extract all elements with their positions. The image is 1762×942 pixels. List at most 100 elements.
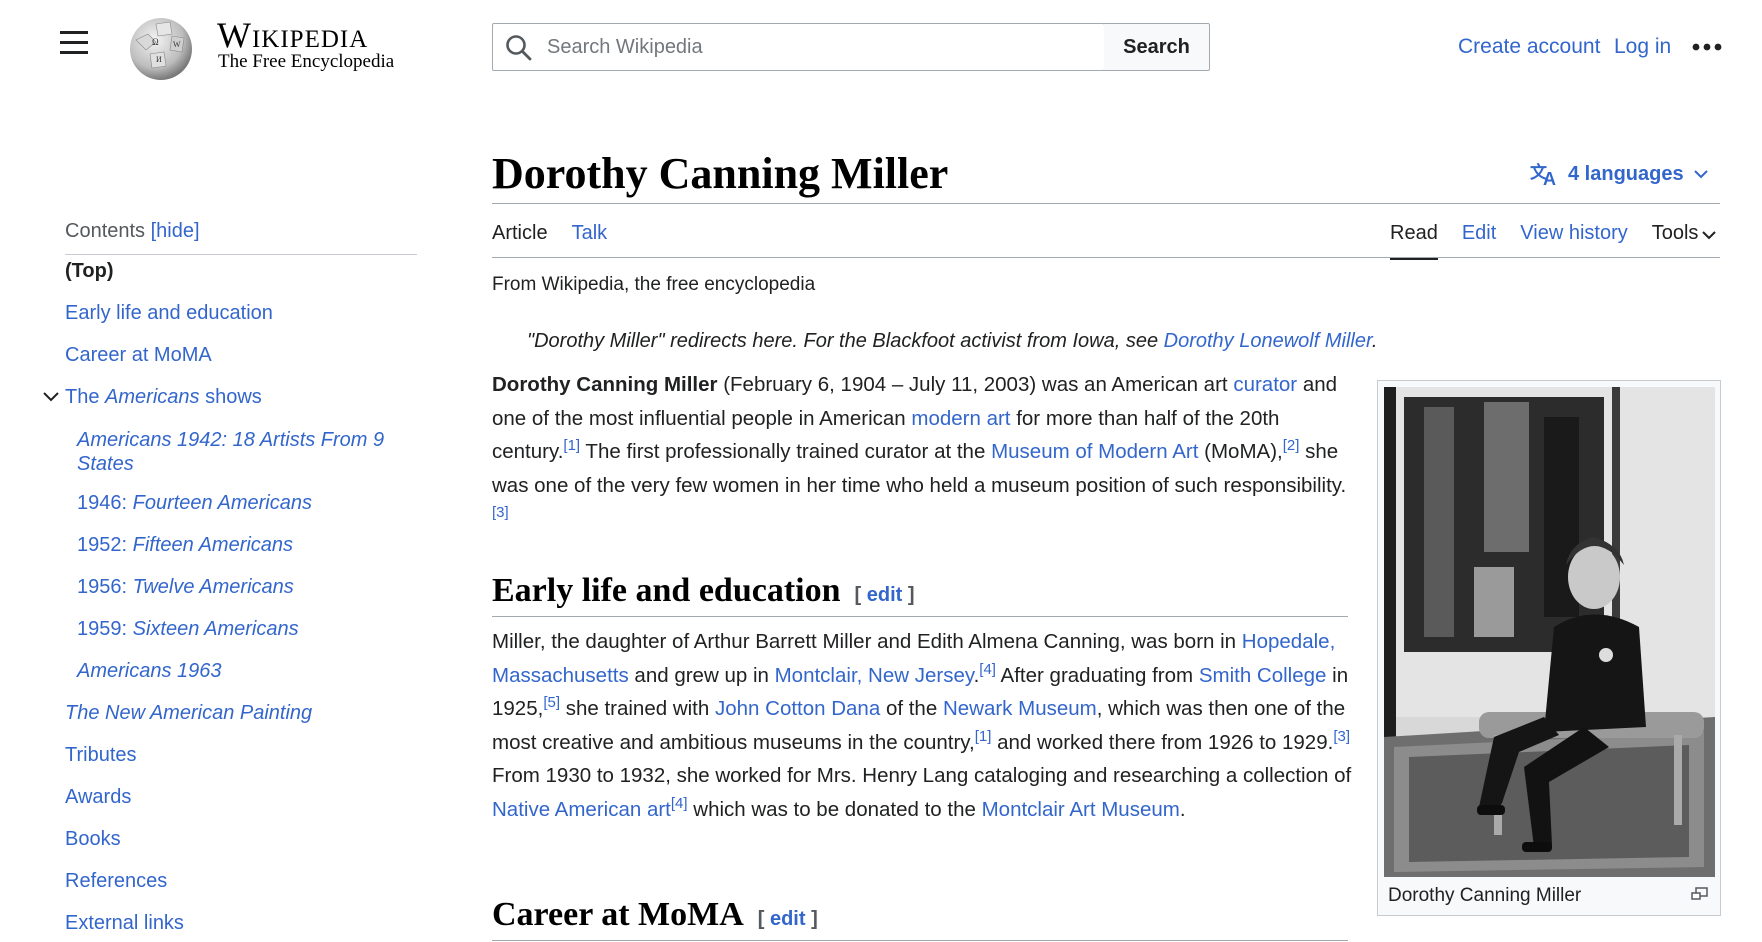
toc-item-career[interactable]: Career at MoMA xyxy=(65,344,212,367)
search-input[interactable] xyxy=(547,24,1097,70)
link-newark-museum[interactable]: Newark Museum xyxy=(943,697,1097,720)
text: Miller, the daughter of Arthur Barrett M… xyxy=(492,630,1242,653)
page-title: Dorothy Canning Miller xyxy=(492,149,949,198)
toc-label-em: The New American Painting xyxy=(65,702,313,724)
tab-article[interactable]: Article xyxy=(492,218,548,258)
section-edit: [ edit ] xyxy=(757,908,818,930)
tab-edit[interactable]: Edit xyxy=(1462,218,1496,258)
section-edit: [ edit ] xyxy=(854,584,915,606)
tools-label: Tools xyxy=(1651,222,1699,244)
citation-link[interactable]: [4] xyxy=(671,795,688,812)
portrait-photo[interactable] xyxy=(1384,387,1715,877)
link-john-cotton-dana[interactable]: John Cotton Dana xyxy=(715,697,880,720)
toc-heading: Contents [hide] xyxy=(65,220,200,243)
subject-name: Dorothy Canning Miller xyxy=(492,373,718,396)
search-icon xyxy=(506,35,532,61)
text: From 1930 to 1932, she worked for Mrs. H… xyxy=(492,764,1352,788)
toc-item-americans-shows[interactable]: The Americans shows xyxy=(65,386,262,409)
toc-item-early-life[interactable]: Early life and education xyxy=(65,302,273,325)
search-button[interactable]: Search xyxy=(1104,23,1210,71)
namespace-tabs: Article Talk xyxy=(492,218,631,258)
toc-heading-label: Contents xyxy=(65,220,146,242)
tab-view-history[interactable]: View history xyxy=(1520,218,1627,258)
hatnote-link[interactable]: Dorothy Lonewolf Miller xyxy=(1164,330,1372,352)
intro-paragraph: Dorothy Canning Miller (February 6, 1904… xyxy=(492,368,1352,536)
tab-tools[interactable]: Tools xyxy=(1652,218,1717,258)
hatnote: "Dorothy Miller" redirects here. For the… xyxy=(527,330,1377,353)
wikipedia-globe-logo[interactable]: Ω W И xyxy=(126,12,200,82)
toc-item-1952[interactable]: 1952: Fifteen Americans xyxy=(77,534,293,557)
toc-label-pre: 1959: xyxy=(77,618,133,640)
section-heading-career: Career at MoMA [ edit ] xyxy=(492,896,818,934)
toc-label-post: shows xyxy=(199,386,262,408)
toc-item-americans-1942[interactable]: Americans 1942: 18 Artists From 9 States xyxy=(77,428,384,476)
chevron-down-icon xyxy=(1702,231,1717,240)
early-life-paragraph: Miller, the daughter of Arthur Barrett M… xyxy=(492,625,1352,827)
toc-hide-link[interactable]: [hide] xyxy=(151,220,200,242)
link-smith-college[interactable]: Smith College xyxy=(1199,664,1327,687)
section-edit-link[interactable]: edit xyxy=(867,584,903,606)
section-edit-link[interactable]: edit xyxy=(770,908,806,930)
link-modern-art[interactable]: modern art xyxy=(911,407,1010,430)
chevron-down-icon[interactable] xyxy=(42,390,60,404)
citation-link[interactable]: [3] xyxy=(492,505,509,522)
link-montclair[interactable]: Montclair, New Jersey xyxy=(775,664,974,687)
text: she trained with xyxy=(560,697,715,721)
text: After graduating from xyxy=(995,663,1199,687)
toc-item-1959[interactable]: 1959: Sixteen Americans xyxy=(77,618,299,641)
citation-link[interactable]: [3] xyxy=(1333,728,1350,745)
search-box xyxy=(492,23,1105,71)
citation-link[interactable]: [5] xyxy=(543,694,560,711)
svg-text:Ω: Ω xyxy=(152,37,159,47)
text: and grew up in xyxy=(628,663,775,687)
citation-link[interactable]: [4] xyxy=(979,661,996,678)
languages-button[interactable]: 文 A 4 languages xyxy=(1530,160,1716,188)
toc-item-references[interactable]: References xyxy=(65,870,167,893)
create-account-link[interactable]: Create account xyxy=(1458,35,1600,59)
toc-item-americans-1963[interactable]: Americans 1963 xyxy=(77,660,222,683)
site-header: Ω W И Wikipedia The Free Encyclopedia Se… xyxy=(0,0,1762,100)
toc-label-pre: 1946: xyxy=(77,492,133,514)
link-montclair-art-museum[interactable]: Montclair Art Museum xyxy=(982,798,1180,821)
tab-talk[interactable]: Talk xyxy=(572,218,608,258)
toc-label-em: Fifteen Americans xyxy=(132,534,294,556)
text: and worked there from 1926 to 1929. xyxy=(991,730,1334,754)
toc-item-tributes[interactable]: Tributes xyxy=(65,744,137,767)
text: of the xyxy=(880,697,943,721)
section-heading-early-life: Early life and education [ edit ] xyxy=(492,572,915,610)
tab-read[interactable]: Read xyxy=(1390,218,1438,260)
toc-item-books[interactable]: Books xyxy=(65,828,121,851)
tabs-divider xyxy=(492,257,1720,258)
toc-label-em: Americans 1963 xyxy=(77,660,222,682)
wikipedia-wordmark[interactable]: Wikipedia xyxy=(217,14,368,56)
link-curator[interactable]: curator xyxy=(1233,373,1297,396)
toc-label-em: Sixteen Americans xyxy=(132,618,299,640)
toc-label-pre: The xyxy=(65,386,106,408)
site-subtitle: From Wikipedia, the free encyclopedia xyxy=(492,274,816,295)
wikipedia-tagline: The Free Encyclopedia xyxy=(218,51,395,72)
log-in-link[interactable]: Log in xyxy=(1614,35,1671,59)
toc-item-external-links[interactable]: External links xyxy=(65,912,184,935)
toc-item-1956[interactable]: 1956: Twelve Americans xyxy=(77,576,294,599)
text: . xyxy=(1179,797,1186,821)
more-options-icon[interactable] xyxy=(1692,38,1724,56)
svg-text:W: W xyxy=(173,40,181,49)
languages-label: 4 languages xyxy=(1568,162,1684,185)
svg-text:A: A xyxy=(1543,169,1556,187)
main-menu-icon[interactable] xyxy=(58,31,90,57)
link-native-american-art[interactable]: Native American art xyxy=(492,798,671,821)
toc-item-1946[interactable]: 1946: Fourteen Americans xyxy=(77,492,312,515)
toc-label-pre: 1956: xyxy=(77,576,133,598)
infobox-image: Dorothy Canning Miller xyxy=(1377,380,1721,916)
text: (MoMA), xyxy=(1198,440,1283,464)
citation-link[interactable]: [2] xyxy=(1283,437,1300,454)
toc-item-awards[interactable]: Awards xyxy=(65,786,131,809)
citation-link[interactable]: [1] xyxy=(975,728,992,745)
enlarge-icon[interactable] xyxy=(1691,887,1709,901)
toc-label-em: Americans 1942: 18 Artists From 9 xyxy=(77,429,385,451)
link-moma[interactable]: Museum of Modern Art xyxy=(991,440,1198,463)
citation-link[interactable]: [1] xyxy=(563,437,580,454)
toc-item-new-american-painting[interactable]: The New American Painting xyxy=(65,702,312,725)
toc-item-top[interactable]: (Top) xyxy=(65,260,114,283)
translate-icon: 文 A xyxy=(1530,162,1556,187)
